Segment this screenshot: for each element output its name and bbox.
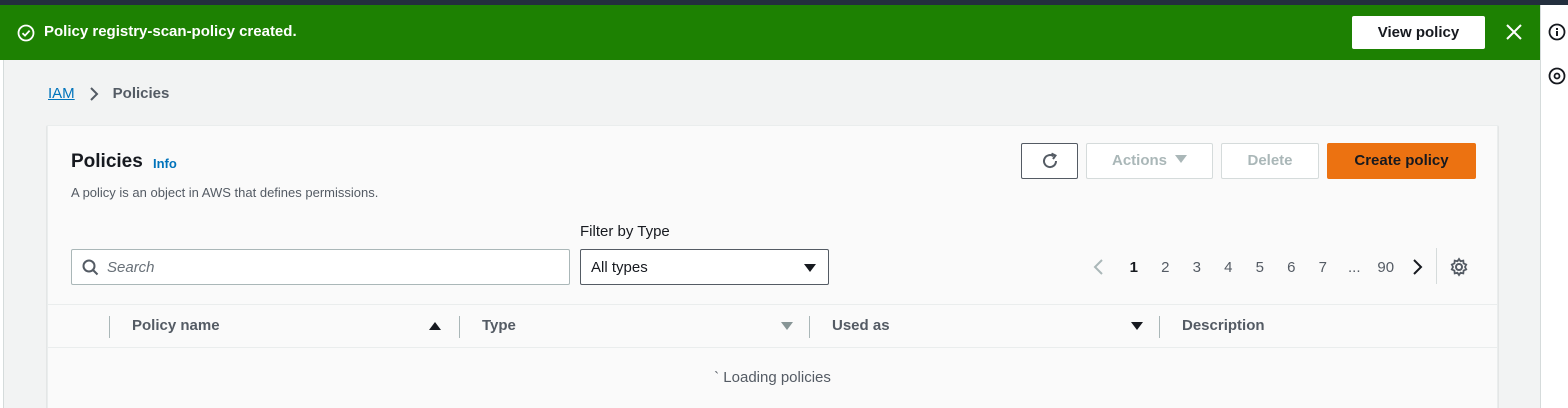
info-link[interactable]: Info <box>153 156 177 171</box>
page-2[interactable]: 2 <box>1150 259 1182 276</box>
column-header-policy-name[interactable]: Policy name <box>132 305 220 347</box>
chevron-right-icon[interactable] <box>1410 258 1424 276</box>
create-policy-button[interactable]: Create policy <box>1327 143 1476 179</box>
breadcrumb-current: Policies <box>112 85 170 102</box>
breadcrumb-iam-link[interactable]: IAM <box>48 85 75 102</box>
page-1[interactable]: 1 <box>1118 259 1150 276</box>
sort-descending-icon[interactable] <box>1131 322 1143 330</box>
refresh-button[interactable] <box>1021 143 1078 179</box>
loading-message: ` Loading policies <box>714 369 831 386</box>
success-flashbar: Policy registry-scan-policy created. Vie… <box>0 5 1540 60</box>
column-header-description[interactable]: Description <box>1182 305 1265 347</box>
side-nav-collapsed <box>0 60 4 408</box>
column-divider <box>809 316 810 338</box>
close-icon[interactable] <box>1503 21 1525 43</box>
column-header-used-as[interactable]: Used as <box>832 305 890 347</box>
table-header: Policy name Type Used as Description <box>48 304 1497 348</box>
pagination: 1 2 3 4 5 6 7 ... 90 <box>1092 256 1424 278</box>
actions-dropdown-button[interactable]: Actions <box>1086 143 1213 179</box>
page-7[interactable]: 7 <box>1307 259 1339 276</box>
column-divider <box>1159 316 1160 338</box>
caret-down-icon <box>1175 155 1187 164</box>
filter-type-select[interactable]: All types <box>580 249 829 285</box>
column-header-type[interactable]: Type <box>482 305 516 347</box>
column-divider <box>459 316 460 338</box>
page-last[interactable]: 90 <box>1370 259 1402 276</box>
page-3[interactable]: 3 <box>1181 259 1213 276</box>
chevron-left-icon[interactable] <box>1092 258 1106 276</box>
search-input[interactable] <box>107 250 557 284</box>
search-field[interactable] <box>71 249 570 285</box>
actions-label: Actions <box>1111 152 1167 169</box>
delete-button[interactable]: Delete <box>1221 143 1319 179</box>
filter-selected-value: All types <box>591 259 648 276</box>
page-4[interactable]: 4 <box>1213 259 1245 276</box>
chevron-right-icon <box>89 86 99 101</box>
sort-ascending-icon[interactable] <box>429 322 441 330</box>
check-circle-icon <box>17 24 35 42</box>
search-icon <box>82 259 99 276</box>
notifications-icon[interactable] <box>1548 67 1566 85</box>
policies-container: Policies Info A policy is an object in A… <box>47 125 1498 408</box>
gear-icon[interactable] <box>1449 257 1469 277</box>
panel-description: A policy is an object in AWS that define… <box>71 185 379 200</box>
divider <box>1436 248 1437 284</box>
info-icon[interactable] <box>1548 23 1566 41</box>
column-divider <box>109 316 110 338</box>
view-policy-button[interactable]: View policy <box>1352 16 1485 49</box>
page-ellipsis: ... <box>1347 258 1361 276</box>
caret-down-icon <box>804 264 816 272</box>
breadcrumb: IAM Policies <box>48 85 169 102</box>
right-tools-rail <box>1540 5 1568 408</box>
refresh-icon <box>1042 152 1057 169</box>
filter-by-type-label: Filter by Type <box>580 223 670 240</box>
page-5[interactable]: 5 <box>1244 259 1276 276</box>
flash-message: Policy registry-scan-policy created. <box>44 23 297 40</box>
page-6[interactable]: 6 <box>1276 259 1308 276</box>
sort-descending-icon[interactable] <box>781 322 793 330</box>
page-title: Policies <box>71 151 143 172</box>
